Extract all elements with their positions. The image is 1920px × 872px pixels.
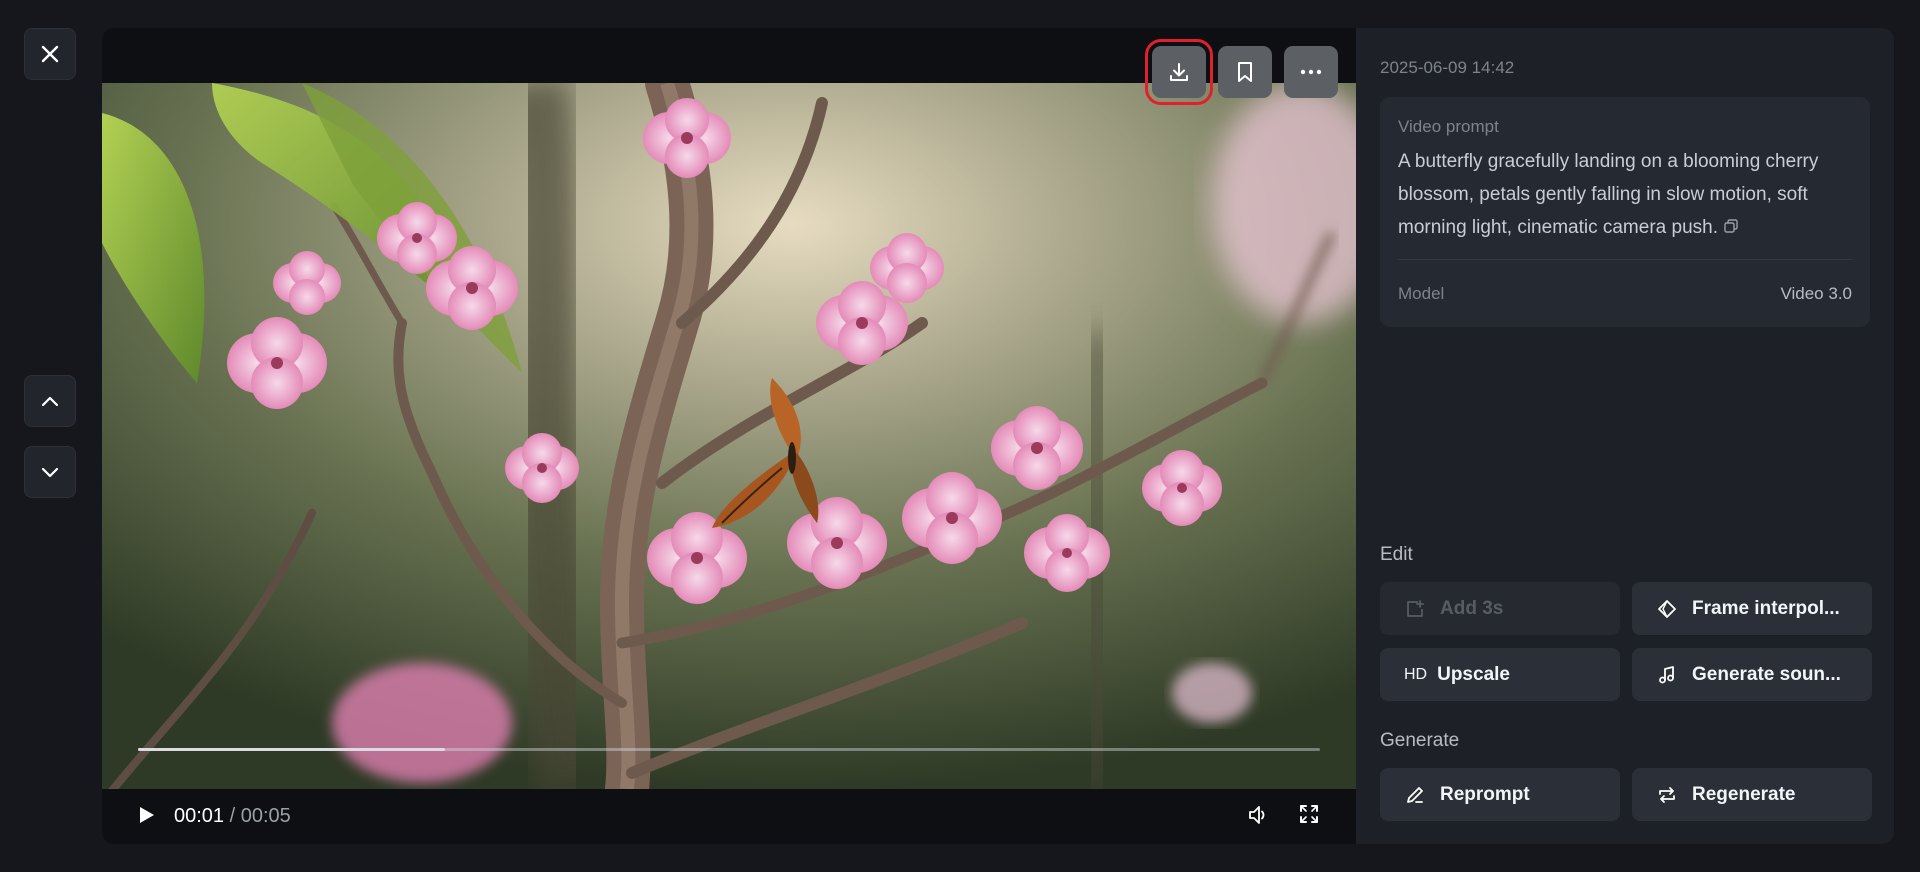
download-icon	[1170, 63, 1188, 81]
download-button[interactable]	[1145, 39, 1213, 105]
hd-icon: HD	[1404, 665, 1428, 683]
next-button[interactable]	[24, 446, 76, 498]
add-3s-button[interactable]: Add 3s	[1380, 582, 1620, 635]
generate-sound-button[interactable]: Generate soun...	[1632, 648, 1872, 701]
progress-fill	[138, 748, 446, 751]
time-display: 00:01 / 00:05	[174, 805, 291, 828]
repeat-icon	[1656, 784, 1678, 806]
add-3s-label: Add 3s	[1440, 597, 1504, 619]
bookmark-button[interactable]	[1218, 46, 1272, 98]
prompt-label: Video prompt	[1398, 117, 1499, 136]
regenerate-button[interactable]: Regenerate	[1632, 768, 1872, 821]
progress-bar[interactable]	[138, 748, 1320, 751]
volume-icon	[1249, 806, 1265, 824]
fullscreen-icon	[1300, 805, 1318, 823]
bookmark-icon	[1238, 62, 1252, 82]
generate-sound-label: Generate soun...	[1692, 663, 1841, 685]
prompt-card: Video prompt A butterfly gracefully land…	[1380, 97, 1870, 327]
chevron-up-icon	[41, 396, 59, 407]
prompt-text-block: A butterfly gracefully landing on a bloo…	[1398, 145, 1858, 244]
generate-section-title: Generate	[1380, 730, 1460, 751]
current-time: 00:01	[174, 805, 225, 827]
prompt-text: A butterfly gracefully landing on a bloo…	[1398, 151, 1819, 238]
more-options-button[interactable]	[1284, 46, 1338, 98]
close-button[interactable]	[24, 28, 76, 80]
pencil-icon	[1404, 784, 1426, 806]
player-controls: 00:01 / 00:05	[102, 789, 1356, 844]
add-frame-icon	[1404, 598, 1426, 620]
music-note-icon	[1656, 664, 1678, 686]
more-icon	[1300, 69, 1322, 75]
play-icon	[140, 807, 154, 823]
details-panel: 2025-06-09 14:42 Video prompt A butterfl…	[1356, 28, 1894, 844]
upscale-label: Upscale	[1437, 663, 1510, 685]
reprompt-label: Reprompt	[1440, 783, 1530, 805]
video-player: 00:01 / 00:05	[102, 28, 1356, 844]
frame-interpolation-button[interactable]: Frame interpol...	[1632, 582, 1872, 635]
model-label: Model	[1398, 284, 1445, 303]
video-scene	[102, 83, 1356, 789]
reprompt-button[interactable]: Reprompt	[1380, 768, 1620, 821]
diamond-icon	[1656, 598, 1678, 620]
edit-section-title: Edit	[1380, 544, 1413, 565]
total-time: 00:05	[240, 805, 291, 827]
previous-button[interactable]	[24, 375, 76, 427]
chevron-down-icon	[41, 467, 59, 478]
time-separator: /	[229, 805, 236, 827]
volume-button[interactable]	[1246, 803, 1270, 832]
creation-date: 2025-06-09 14:42	[1380, 58, 1515, 77]
model-value: Video 3.0	[1780, 284, 1852, 303]
fullscreen-button[interactable]	[1298, 803, 1320, 830]
play-button[interactable]	[138, 805, 156, 830]
regenerate-label: Regenerate	[1692, 783, 1796, 805]
frame-interpolation-label: Frame interpol...	[1692, 597, 1840, 619]
video-frame[interactable]	[102, 83, 1356, 789]
upscale-button[interactable]: HD Upscale	[1380, 648, 1620, 701]
copy-icon[interactable]	[1724, 211, 1738, 244]
divider	[1398, 259, 1852, 260]
close-icon	[41, 45, 59, 63]
video-actions	[1145, 39, 1338, 105]
